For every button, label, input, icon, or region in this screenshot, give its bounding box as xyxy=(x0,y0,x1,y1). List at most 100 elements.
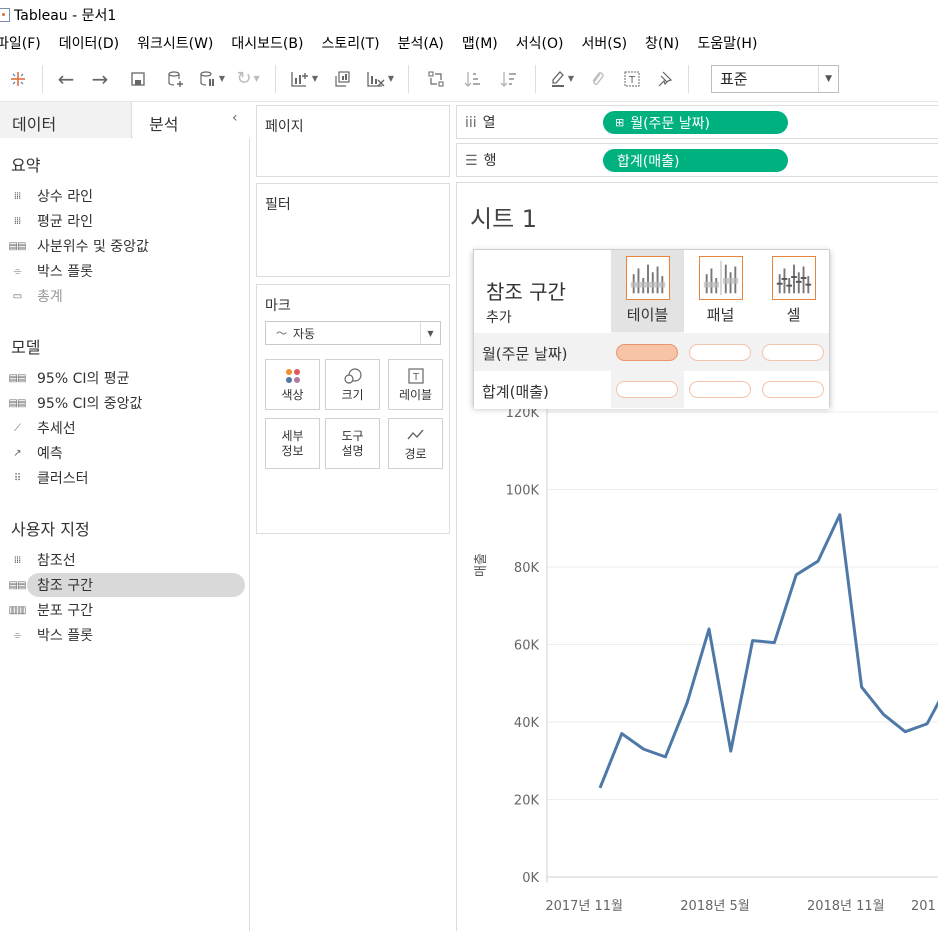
tab-data[interactable]: 데이터 xyxy=(0,102,132,138)
target-sales-cell[interactable] xyxy=(762,381,824,398)
item-label: 95% CI의 중앙값 xyxy=(37,396,143,412)
reference-band-icon: ▤▤ xyxy=(8,579,27,591)
columns-pill-label: 월(주문 날짜) xyxy=(630,115,710,132)
sort-descending-icon[interactable] xyxy=(491,65,527,93)
menu-data[interactable]: 데이터(D) xyxy=(59,33,119,53)
rows-label-text: 행 xyxy=(483,153,497,169)
chevron-down-icon: ▼ xyxy=(420,322,440,344)
undo-icon[interactable]: ← xyxy=(51,65,81,93)
refresh-icon[interactable]: ↻ ▼ xyxy=(229,65,267,93)
trend-line-icon: ⟋ xyxy=(14,422,21,434)
new-data-source-icon[interactable] xyxy=(157,65,195,93)
duplicate-sheet-icon[interactable] xyxy=(324,65,360,93)
target-month-table[interactable] xyxy=(616,344,678,361)
highlight-icon[interactable]: ▼ xyxy=(544,65,580,93)
analytics-item-forecast[interactable]: ↗ 예측 xyxy=(0,441,246,465)
rows-pill-label: 합계(매출) xyxy=(617,153,680,170)
sort-ascending-icon[interactable] xyxy=(455,65,491,93)
item-label: 사분위수 및 중앙값 xyxy=(37,239,149,255)
menu-window[interactable]: 창(N) xyxy=(645,33,679,53)
pause-updates-icon[interactable]: ▼ xyxy=(195,65,229,93)
show-mark-labels-icon[interactable]: T xyxy=(614,65,650,93)
panel-tabs: 데이터 분석 ‹ xyxy=(0,102,250,138)
tooltip-button[interactable]: 도구 설명 xyxy=(325,418,380,469)
section-custom-title: 사용자 지정 xyxy=(11,520,90,539)
clear-sheet-icon[interactable]: ▼ xyxy=(360,65,400,93)
title-bar: Tableau - 문서1 xyxy=(0,0,938,30)
menu-server[interactable]: 서버(S) xyxy=(581,33,627,53)
item-label: 분포 구간 xyxy=(37,603,93,619)
analytics-item-average-ci[interactable]: ▤▤ 95% CI의 평균 xyxy=(0,366,246,390)
label-button[interactable]: T 레이블 xyxy=(388,359,443,410)
analytics-item-box-plot[interactable]: ⌯ 박스 플롯 xyxy=(0,259,246,283)
cluster-icon: ⠿ xyxy=(13,472,21,484)
tooltip-label-line2: 설명 xyxy=(341,443,364,458)
tooltip-label-line1: 도구 xyxy=(341,428,364,443)
swap-rows-columns-icon[interactable] xyxy=(417,65,455,93)
scope-cell[interactable]: 셀 xyxy=(757,250,830,332)
menu-story[interactable]: 스토리(T) xyxy=(321,33,379,53)
analytics-item-totals[interactable]: ▭ 총계 xyxy=(0,284,246,308)
menu-worksheet[interactable]: 워크시트(W) xyxy=(137,33,213,53)
detail-button[interactable]: 세부 정보 xyxy=(265,418,320,469)
reference-band-drop-target: 참조 구간 추가 테이블 패널 셀 월(주문 날짜) 합계(매출) xyxy=(473,249,830,409)
analytics-item-distribution-band[interactable]: ▥▥ 분포 구간 xyxy=(0,598,246,622)
analytics-item-box-plot-custom[interactable]: ⌯ 박스 플롯 xyxy=(0,623,246,647)
target-month-cell[interactable] xyxy=(762,344,824,361)
analytics-item-reference-line[interactable]: ⁞⁞⁞ 참조선 xyxy=(0,548,246,572)
target-sales-table[interactable] xyxy=(616,381,678,398)
average-ci-icon: ▤▤ xyxy=(8,372,27,384)
pages-card[interactable]: 페이지 xyxy=(256,105,450,177)
scope-pane-label: 패널 xyxy=(706,306,735,324)
fit-dropdown[interactable]: 표준 ▼ xyxy=(711,64,839,93)
target-sales-pane[interactable] xyxy=(689,381,751,398)
rows-icon: ☰ xyxy=(465,153,478,169)
color-button[interactable]: 색상 xyxy=(265,359,320,410)
save-icon[interactable] xyxy=(119,65,157,93)
filters-card[interactable]: 필터 xyxy=(256,183,450,277)
analytics-item-cluster[interactable]: ⠿ 클러스터 xyxy=(0,466,246,490)
analytics-item-average-line[interactable]: ⁞⁞⁞ 평균 라인 xyxy=(0,209,246,233)
distribution-band-icon: ▥▥ xyxy=(8,604,27,616)
analytics-item-median-ci[interactable]: ▤▤ 95% CI의 중앙값 xyxy=(0,391,246,415)
menu-map[interactable]: 맵(M) xyxy=(462,33,498,53)
menu-dashboard[interactable]: 대시보드(B) xyxy=(231,33,303,53)
rows-pill[interactable]: 합계(매출) xyxy=(603,149,788,172)
reference-line-icon: ⁞⁞⁞ xyxy=(13,554,22,566)
line-mark-icon: 〜 xyxy=(276,327,287,340)
pin-axes-icon[interactable] xyxy=(650,65,680,93)
row-sales-label: 합계(매출) xyxy=(482,383,549,401)
target-month-pane[interactable] xyxy=(689,344,751,361)
new-worksheet-icon[interactable]: ▼ xyxy=(284,65,324,93)
toolbar-separator xyxy=(535,64,536,93)
collapse-panel-icon[interactable]: ‹ xyxy=(232,110,238,126)
analytics-item-trend-line[interactable]: ⟋ 추세선 xyxy=(0,416,246,440)
columns-shelf[interactable]: iii 열 ⊞ 월(주문 날짜) xyxy=(456,105,938,139)
size-button[interactable]: 크기 xyxy=(325,359,380,410)
columns-label-text: 열 xyxy=(482,115,496,131)
item-label: 박스 플롯 xyxy=(37,264,93,280)
x-tick-label: 2017년 11월 xyxy=(545,899,623,914)
median-ci-icon: ▤▤ xyxy=(8,397,27,409)
columns-pill[interactable]: ⊞ 월(주문 날짜) xyxy=(603,111,788,134)
scope-table[interactable]: 테이블 xyxy=(611,250,684,332)
menu-analysis[interactable]: 분석(A) xyxy=(398,33,444,53)
analytics-item-reference-band[interactable]: ▤▤ 참조 구간 xyxy=(0,573,246,597)
scope-pane[interactable]: 패널 xyxy=(684,250,757,332)
totals-icon: ▭ xyxy=(12,290,22,302)
menu-help[interactable]: 도움말(H) xyxy=(697,33,757,53)
redo-icon[interactable]: → xyxy=(81,65,119,93)
pages-title: 페이지 xyxy=(265,119,304,135)
group-members-icon[interactable] xyxy=(580,65,614,93)
path-button[interactable]: 경로 xyxy=(388,418,443,469)
menu-file[interactable]: 파일(F) xyxy=(0,33,41,53)
menu-format[interactable]: 서식(O) xyxy=(516,33,564,53)
popup-title: 참조 구간 xyxy=(486,280,566,304)
analytics-item-median-quartiles[interactable]: ▤▤ 사분위수 및 중앙값 xyxy=(0,234,246,258)
mark-type-dropdown[interactable]: 〜 자동 ▼ xyxy=(265,321,441,345)
tableau-logo-icon[interactable] xyxy=(2,65,34,93)
analytics-item-constant-line[interactable]: ⁞⁞⁞ 상수 라인 xyxy=(0,184,246,208)
columns-icon: iii xyxy=(465,115,477,131)
rows-shelf[interactable]: ☰ 행 합계(매출) xyxy=(456,143,938,177)
average-line-icon: ⁞⁞⁞ xyxy=(13,215,22,227)
